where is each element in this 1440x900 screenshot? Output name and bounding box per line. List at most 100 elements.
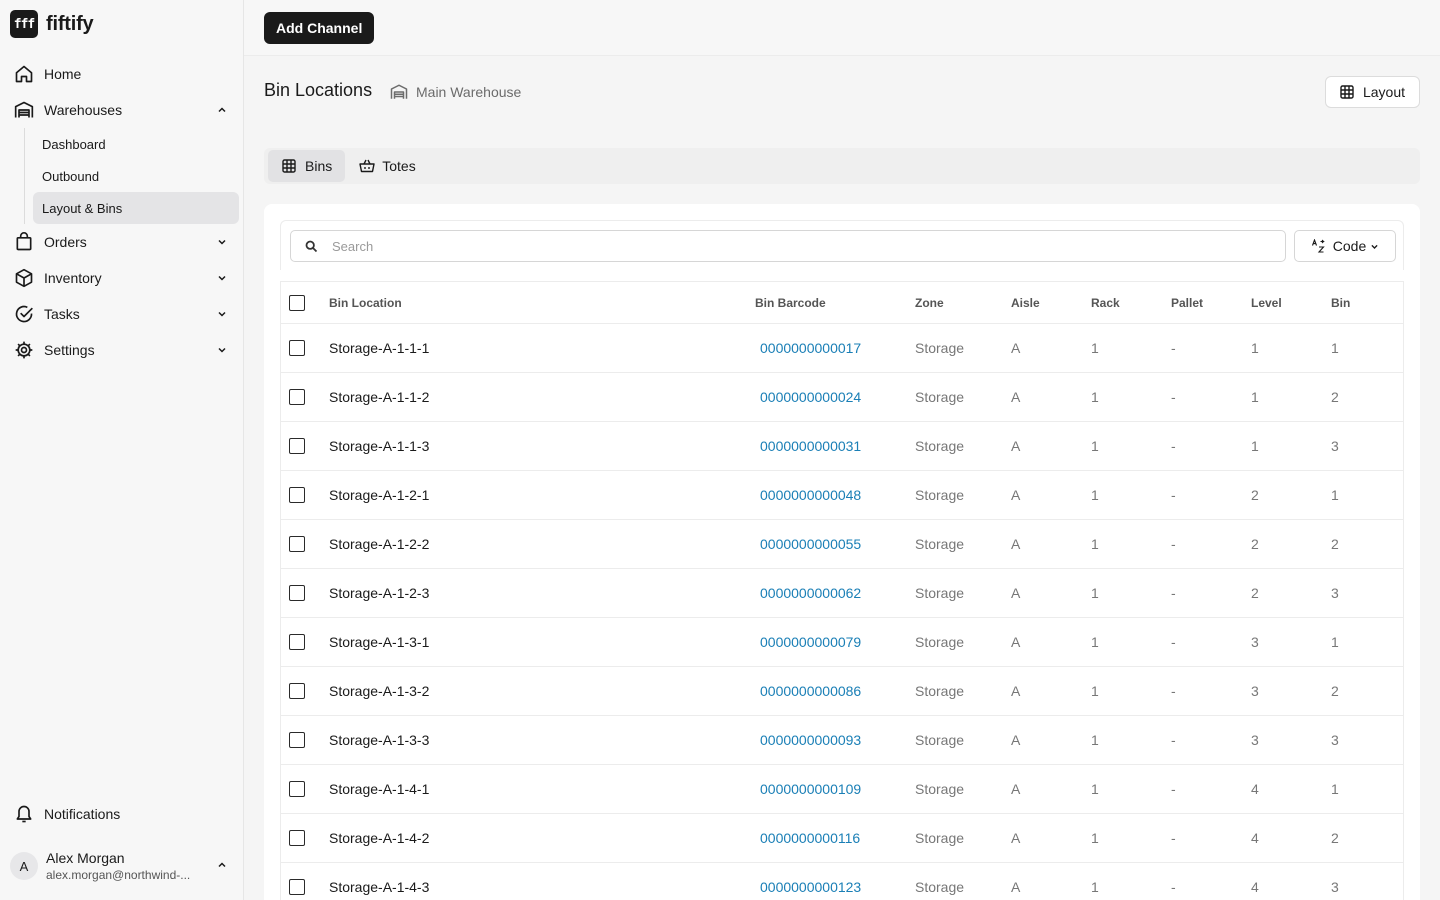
add-channel-button[interactable]: Add Channel	[264, 12, 375, 44]
warehouse-name: Main Warehouse	[416, 84, 522, 100]
column-header[interactable]: Aisle	[1011, 282, 1040, 323]
bin-cell: 3	[1331, 585, 1339, 601]
table-row[interactable]: Storage-A-1-2-3 0000000000062 Storage A 1 - 2 3	[281, 569, 1403, 618]
bin-cell: 3	[1331, 732, 1339, 748]
tab-label: Bins	[305, 158, 333, 174]
table-row[interactable]: Storage-A-1-3-2 0000000000086 Storage A 1 - 3 2	[281, 667, 1403, 716]
bin-barcode-link[interactable]: 0000000000123	[760, 863, 861, 900]
level-cell: 2	[1251, 487, 1259, 503]
zone-cell: Storage	[915, 781, 965, 797]
table-body: Storage-A-1-1-1 0000000000017 Storage A 1-1 1…	[281, 324, 1403, 900]
table-row[interactable]: Storage-A-1-1-2 0000000000024 Storage A 1 - 1 2	[281, 373, 1403, 422]
bin-location-cell: Storage-A-1-3-2	[329, 683, 430, 699]
row-checkbox[interactable]	[289, 683, 305, 699]
sidebar-item-warehouses[interactable]: Warehouses	[0, 92, 244, 128]
warehouse-breadcrumb[interactable]: Main Warehouse	[390, 83, 521, 101]
row-checkbox[interactable]	[289, 438, 305, 454]
gear-icon	[14, 340, 34, 360]
bin-barcode-link[interactable]: 0000000000048	[760, 471, 861, 519]
user-menu[interactable]: A Alex Morgan alex.morgan@northwind-...	[10, 846, 234, 886]
tab-totes[interactable]: Totes	[345, 150, 428, 182]
layout-button[interactable]: Layout	[1325, 76, 1420, 108]
bin-cell: 3	[1331, 879, 1339, 895]
bin-location-cell: Storage-A-1-1-2	[329, 389, 430, 405]
bin-barcode-link[interactable]: 0000000000031	[760, 422, 861, 470]
table-row[interactable]: Storage-A-1-4-3 0000000000123 Storage A 1 - 4 3	[281, 863, 1403, 900]
row-checkbox[interactable]	[289, 879, 305, 895]
column-header[interactable]: Pallet	[1171, 282, 1203, 323]
row-checkbox[interactable]	[289, 340, 305, 356]
select-all-cell	[289, 282, 305, 323]
sidebar-item-label: Orders	[44, 234, 87, 250]
row-checkbox[interactable]	[289, 781, 305, 797]
search-input[interactable]	[332, 238, 1272, 254]
row-checkbox[interactable]	[289, 830, 305, 846]
sidebar-item-home[interactable]: Home	[0, 56, 244, 92]
aisle-cell: A	[1011, 634, 1021, 650]
column-header[interactable]: Level	[1251, 282, 1282, 323]
box-icon	[14, 268, 34, 288]
check-circle-icon	[14, 304, 34, 324]
column-header[interactable]: Bin	[1331, 282, 1350, 323]
bin-barcode-link[interactable]: 0000000000093	[760, 716, 861, 764]
aisle-cell: A	[1011, 781, 1021, 797]
rack-cell: 1	[1091, 732, 1099, 748]
sidebar-subitem-outbound[interactable]: Outbound	[33, 160, 239, 192]
table-row[interactable]: Storage-A-1-4-1 0000000000109 Storage A 1 - 4 1	[281, 765, 1403, 814]
pallet-cell: -	[1171, 732, 1176, 748]
bin-barcode-link[interactable]: 0000000000017	[760, 324, 861, 372]
row-select-cell	[289, 569, 305, 617]
table-row[interactable]: Storage-A-1-1-1 0000000000017 Storage A 1 - 1 1	[281, 324, 1403, 373]
table-row[interactable]: Storage-A-1-3-1 0000000000079 Storage A 1 - 3 1	[281, 618, 1403, 667]
rack-cell: 1	[1091, 340, 1099, 356]
table-row[interactable]: Storage-A-1-2-1 0000000000048 Storage A 1 - 2 1	[281, 471, 1403, 520]
level-cell: 2	[1251, 536, 1259, 552]
bin-barcode-link[interactable]: 0000000000062	[760, 569, 861, 617]
chevron-down-icon	[216, 308, 228, 320]
rack-cell: 1	[1091, 585, 1099, 601]
column-header[interactable]: Zone	[915, 282, 944, 323]
tab-bins[interactable]: Bins	[268, 150, 346, 182]
sidebar-item-notifications[interactable]: Notifications	[0, 796, 244, 832]
warehouse-icon	[390, 83, 408, 101]
sidebar-item-settings[interactable]: Settings	[0, 332, 244, 368]
row-checkbox[interactable]	[289, 634, 305, 650]
sidebar-item-tasks[interactable]: Tasks	[0, 296, 244, 332]
row-select-cell	[289, 863, 305, 900]
table-row[interactable]: Storage-A-1-1-3 0000000000031 Storage A 1 - 1 3	[281, 422, 1403, 471]
basket-icon	[359, 159, 375, 173]
table-row[interactable]: Storage-A-1-3-3 0000000000093 Storage A 1 - 3 3	[281, 716, 1403, 765]
row-checkbox[interactable]	[289, 536, 305, 552]
table-row[interactable]: Storage-A-1-2-2 0000000000055 Storage A 1 - 2 2	[281, 520, 1403, 569]
sidebar-item-orders[interactable]: Orders	[0, 224, 244, 260]
row-checkbox[interactable]	[289, 585, 305, 601]
bin-barcode-link[interactable]: 0000000000055	[760, 520, 861, 568]
level-cell: 4	[1251, 879, 1259, 895]
row-checkbox[interactable]	[289, 732, 305, 748]
row-select-cell	[289, 716, 305, 764]
column-header[interactable]: Bin Location	[329, 282, 402, 323]
zone-cell: Storage	[915, 389, 965, 405]
bin-barcode-link[interactable]: 0000000000086	[760, 667, 861, 715]
bin-barcode-link[interactable]: 0000000000079	[760, 618, 861, 666]
bin-barcode-link[interactable]: 0000000000024	[760, 373, 861, 421]
table-row[interactable]: Storage-A-1-4-2 0000000000116 Storage A 1 - 4 2	[281, 814, 1403, 863]
row-checkbox[interactable]	[289, 389, 305, 405]
sidebar-item-label: Tasks	[44, 306, 80, 322]
column-header[interactable]: Rack	[1091, 282, 1120, 323]
row-checkbox[interactable]	[289, 487, 305, 503]
sidebar-subitem-dashboard[interactable]: Dashboard	[33, 128, 239, 160]
sort-button[interactable]: Code	[1294, 230, 1396, 262]
row-select-cell	[289, 814, 305, 862]
bin-barcode-link[interactable]: 0000000000116	[760, 814, 860, 862]
sidebar-subitem-layout-bins[interactable]: Layout & Bins	[33, 192, 239, 224]
bin-barcode-link[interactable]: 0000000000109	[760, 765, 861, 813]
column-header[interactable]: Bin Barcode	[755, 282, 826, 323]
select-all-checkbox[interactable]	[289, 294, 305, 311]
brand[interactable]: fff fiftify	[10, 10, 94, 38]
zone-cell: Storage	[915, 830, 965, 846]
aisle-cell: A	[1011, 683, 1021, 699]
sidebar-item-inventory[interactable]: Inventory	[0, 260, 244, 296]
search-box[interactable]	[290, 230, 1286, 262]
row-select-cell	[289, 324, 305, 372]
